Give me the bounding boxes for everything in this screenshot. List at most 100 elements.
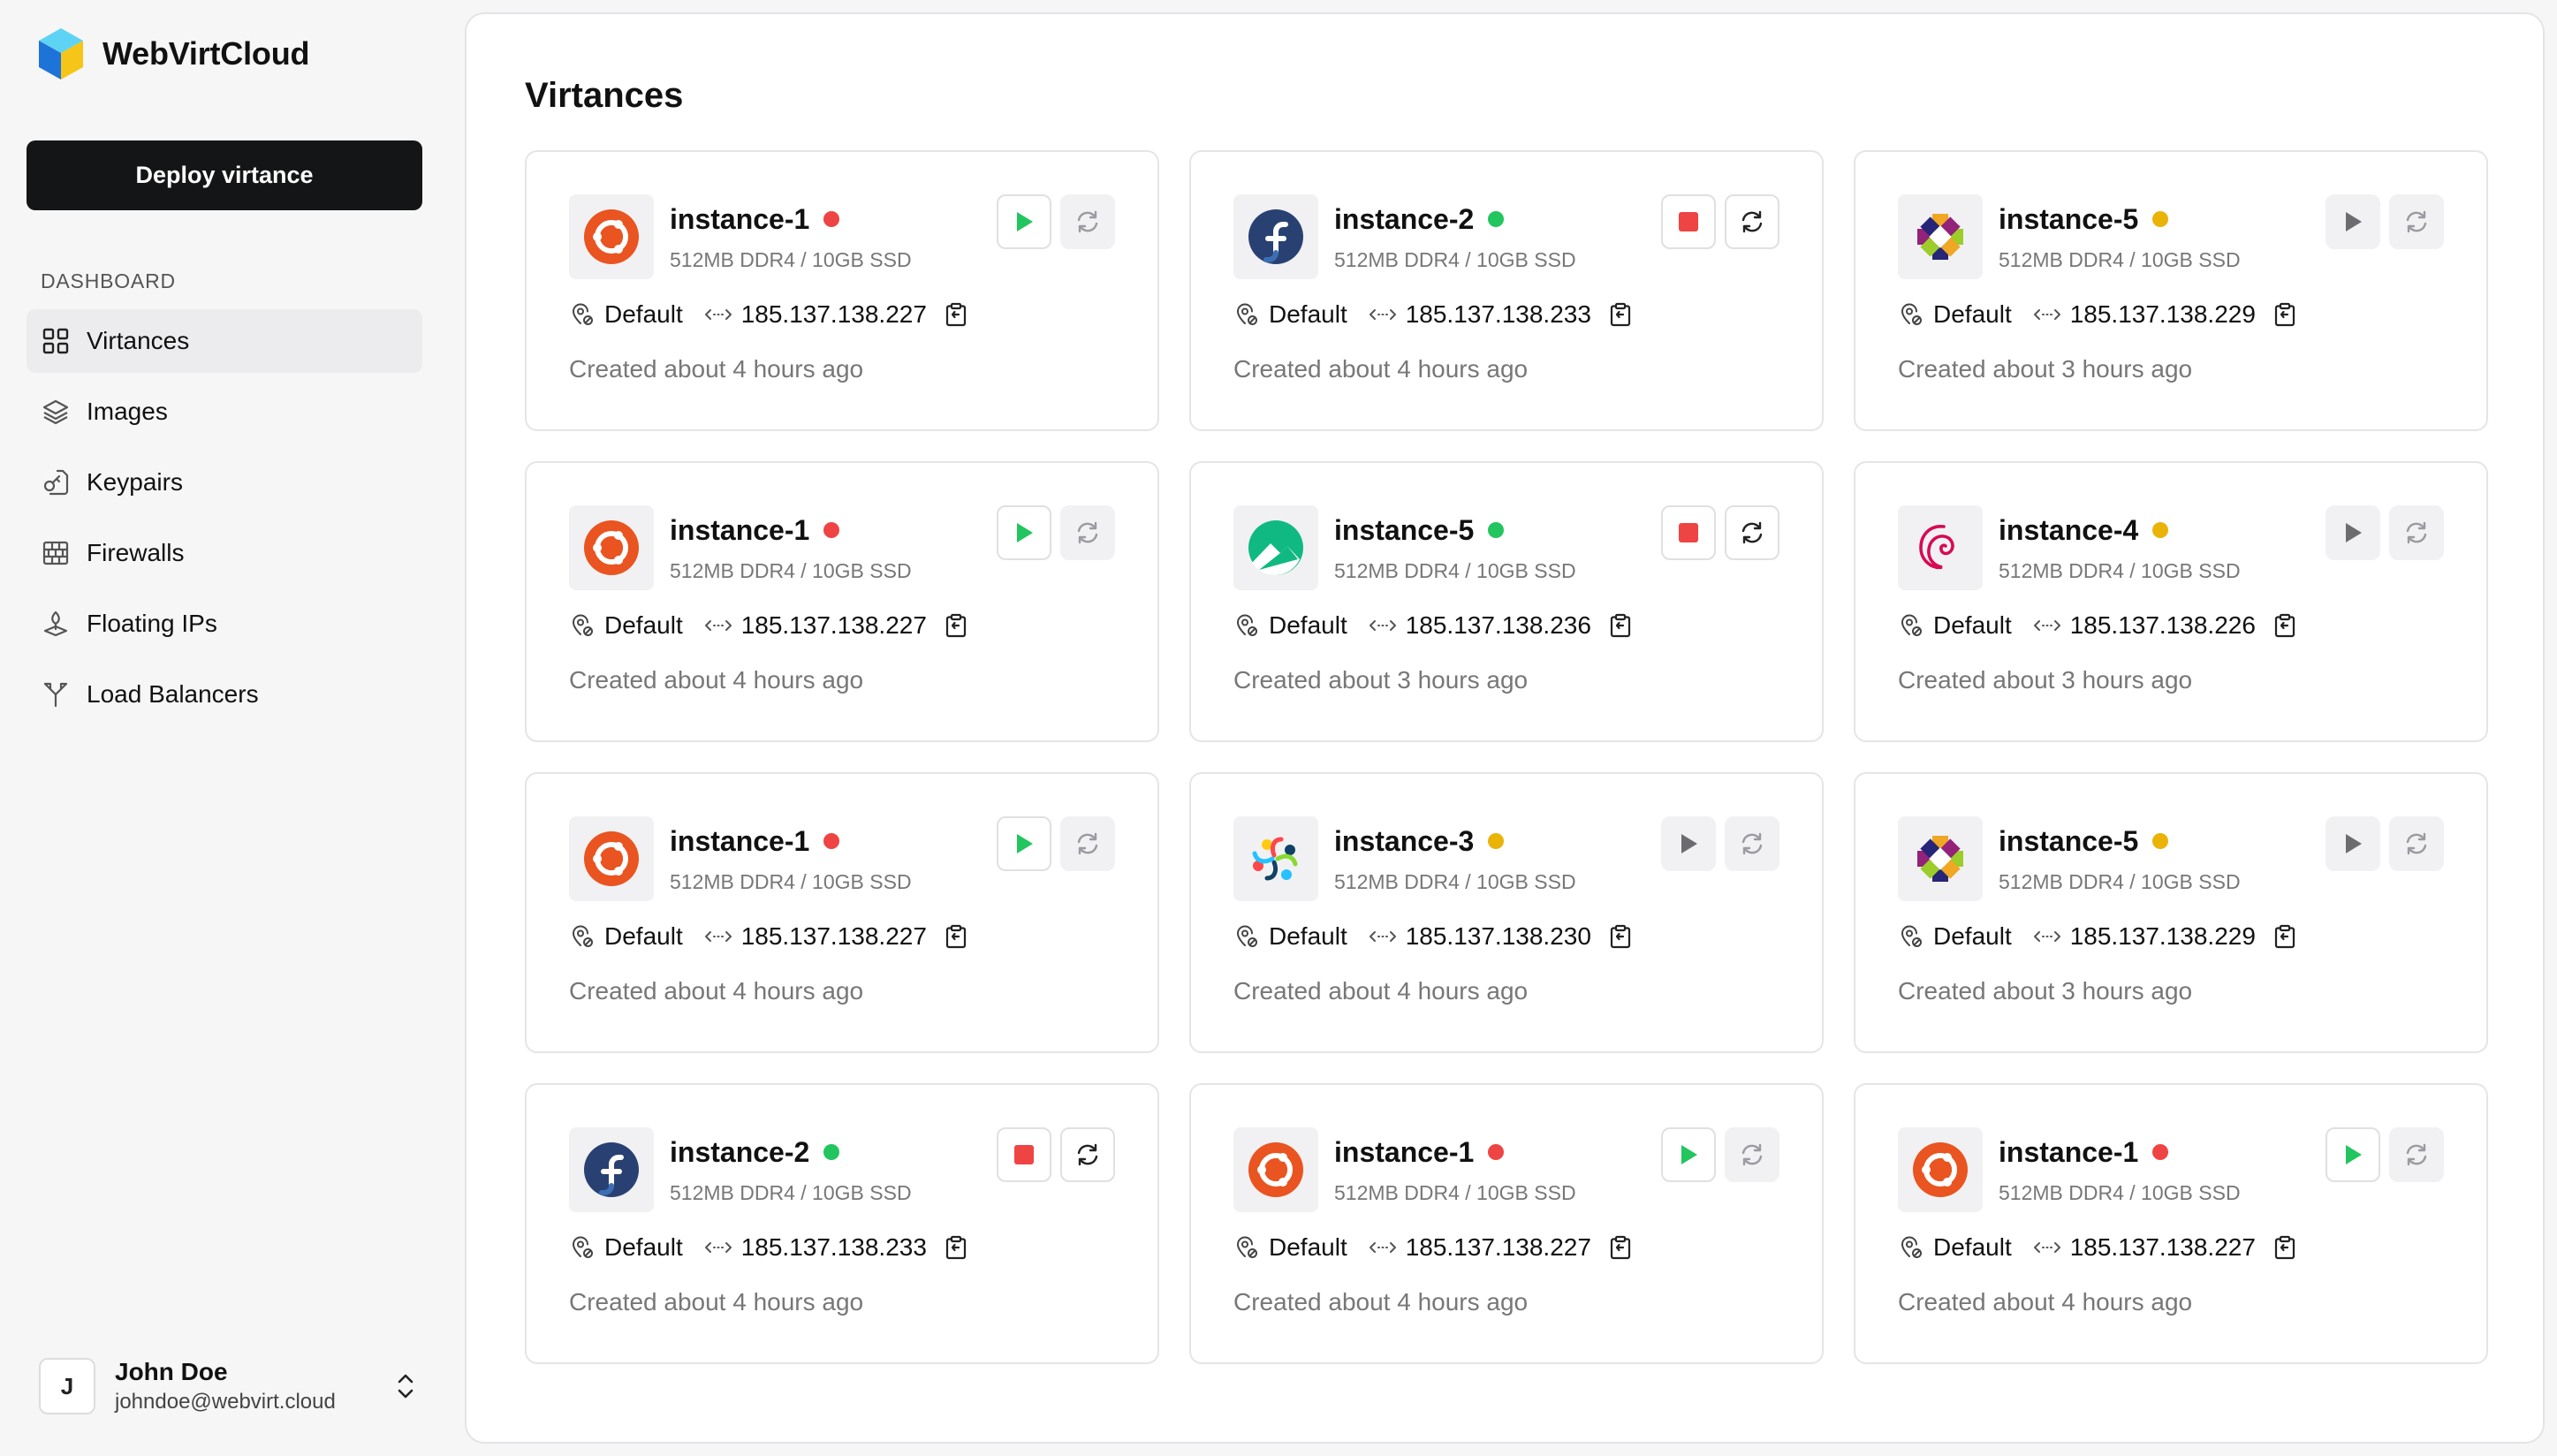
virtance-card[interactable]: instance-1 512MB DDR4 / 10GB SSD Default… xyxy=(525,150,1159,431)
start-button[interactable] xyxy=(997,194,1051,249)
instance-name[interactable]: instance-5 xyxy=(1999,203,2138,235)
virtance-card[interactable]: instance-1 512MB DDR4 / 10GB SSD Default… xyxy=(1854,1083,2488,1364)
copy-clipboard-icon[interactable] xyxy=(1609,1235,1632,1260)
instance-name[interactable]: instance-1 xyxy=(670,825,809,857)
sidebar-item-load-balancers[interactable]: Load Balancers xyxy=(27,663,422,726)
start-button[interactable] xyxy=(2326,816,2380,871)
restart-button[interactable] xyxy=(2389,194,2444,249)
instance-name-row[interactable]: instance-5 xyxy=(1999,203,2169,236)
copy-clipboard-icon[interactable] xyxy=(945,1235,967,1260)
status-dot xyxy=(2152,521,2169,538)
instance-name[interactable]: instance-5 xyxy=(1334,514,1474,546)
instance-name-row[interactable]: instance-1 xyxy=(670,203,840,236)
start-button[interactable] xyxy=(997,505,1051,560)
ip-address: 185.137.138.229 xyxy=(2069,922,2256,950)
sidebar-item-keypairs[interactable]: Keypairs xyxy=(27,451,422,514)
brand[interactable]: WebVirtCloud xyxy=(37,27,309,81)
instance-name[interactable]: instance-1 xyxy=(670,514,809,546)
instance-name[interactable]: instance-3 xyxy=(1334,825,1474,857)
start-button[interactable] xyxy=(2326,505,2380,560)
card-actions xyxy=(2326,1127,2444,1182)
instance-name[interactable]: instance-1 xyxy=(670,203,809,235)
key-icon xyxy=(41,467,71,497)
copy-clipboard-icon[interactable] xyxy=(1609,924,1632,949)
restart-button[interactable] xyxy=(2389,505,2444,560)
instance-name[interactable]: instance-5 xyxy=(1999,825,2138,857)
instance-name[interactable]: instance-4 xyxy=(1999,514,2138,546)
card-actions xyxy=(2326,194,2444,249)
deploy-virtance-button[interactable]: Deploy virtance xyxy=(27,140,422,210)
start-button[interactable] xyxy=(1661,816,1716,871)
instance-name-row[interactable]: instance-2 xyxy=(1334,203,1505,236)
start-button[interactable] xyxy=(1661,1127,1716,1182)
copy-clipboard-icon[interactable] xyxy=(2273,924,2296,949)
virtance-card[interactable]: instance-4 512MB DDR4 / 10GB SSD Default… xyxy=(1854,461,2488,742)
copy-clipboard-icon[interactable] xyxy=(2273,302,2296,327)
restart-button[interactable] xyxy=(1725,505,1779,560)
centos-logo-icon xyxy=(1898,194,1983,279)
instance-name[interactable]: instance-2 xyxy=(670,1136,809,1168)
instance-name-row[interactable]: instance-2 xyxy=(670,1136,840,1169)
instance-name[interactable]: instance-1 xyxy=(1999,1136,2138,1168)
sidebar-item-images[interactable]: Images xyxy=(27,380,422,444)
restart-button[interactable] xyxy=(2389,1127,2444,1182)
region-label: Default xyxy=(1269,300,1347,328)
restart-button[interactable] xyxy=(1060,194,1115,249)
copy-clipboard-icon[interactable] xyxy=(945,924,967,949)
instance-meta: Default 185.137.138.226 xyxy=(1898,611,2296,640)
card-actions xyxy=(997,1127,1115,1182)
chevrons-up-down-icon[interactable] xyxy=(392,1369,419,1404)
stop-button[interactable] xyxy=(997,1127,1051,1182)
sidebar-item-firewalls[interactable]: Firewalls xyxy=(27,521,422,585)
region-pin-icon xyxy=(569,301,596,328)
virtance-card[interactable]: instance-1 512MB DDR4 / 10GB SSD Default… xyxy=(1189,1083,1824,1364)
restart-button[interactable] xyxy=(1725,816,1779,871)
virtance-card[interactable]: instance-3 512MB DDR4 / 10GB SSD Default… xyxy=(1189,772,1824,1053)
restart-button[interactable] xyxy=(2389,816,2444,871)
virtance-card[interactable]: instance-5 512MB DDR4 / 10GB SSD Default… xyxy=(1854,772,2488,1053)
restart-button[interactable] xyxy=(1725,1127,1779,1182)
start-button[interactable] xyxy=(2326,194,2380,249)
restart-button[interactable] xyxy=(1060,505,1115,560)
instance-name-row[interactable]: instance-5 xyxy=(1334,514,1505,547)
region-pin-icon xyxy=(1233,301,1260,328)
instance-name[interactable]: instance-2 xyxy=(1334,203,1474,235)
virtance-card[interactable]: instance-1 512MB DDR4 / 10GB SSD Default… xyxy=(525,772,1159,1053)
start-button[interactable] xyxy=(2326,1127,2380,1182)
stop-button[interactable] xyxy=(1661,194,1716,249)
created-time: Created about 4 hours ago xyxy=(1233,1288,1529,1316)
copy-clipboard-icon[interactable] xyxy=(945,302,967,327)
copy-clipboard-icon[interactable] xyxy=(1609,302,1632,327)
restart-button[interactable] xyxy=(1060,816,1115,871)
instance-name-row[interactable]: instance-4 xyxy=(1999,514,2169,547)
instance-name-row[interactable]: instance-3 xyxy=(1334,825,1505,858)
copy-clipboard-icon[interactable] xyxy=(945,613,967,638)
instance-name-row[interactable]: instance-1 xyxy=(670,514,840,547)
copy-clipboard-icon[interactable] xyxy=(2273,1235,2296,1260)
instance-name-row[interactable]: instance-1 xyxy=(1999,1136,2169,1169)
instance-name-row[interactable]: instance-5 xyxy=(1999,825,2169,858)
virtance-card[interactable]: instance-5 512MB DDR4 / 10GB SSD Default… xyxy=(1189,461,1824,742)
region-label: Default xyxy=(1933,922,2012,950)
virtance-card[interactable]: instance-1 512MB DDR4 / 10GB SSD Default… xyxy=(525,461,1159,742)
instance-name[interactable]: instance-1 xyxy=(1334,1136,1474,1168)
copy-clipboard-icon[interactable] xyxy=(2273,613,2296,638)
restart-button[interactable] xyxy=(1060,1127,1115,1182)
nav-section-label: DASHBOARD xyxy=(41,269,176,292)
copy-clipboard-icon[interactable] xyxy=(1609,613,1632,638)
user-menu[interactable]: J John Doe johndoe@webvirt.cloud xyxy=(39,1358,419,1414)
virtance-card[interactable]: instance-5 512MB DDR4 / 10GB SSD Default… xyxy=(1854,150,2488,431)
virtance-card[interactable]: instance-2 512MB DDR4 / 10GB SSD Default… xyxy=(525,1083,1159,1364)
start-button[interactable] xyxy=(997,816,1051,871)
region-label: Default xyxy=(1269,1233,1347,1261)
virtance-card[interactable]: instance-2 512MB DDR4 / 10GB SSD Default… xyxy=(1189,150,1824,431)
instance-spec: 512MB DDR4 / 10GB SSD xyxy=(1999,1181,2241,1204)
sidebar-item-floating-ips[interactable]: Floating IPs xyxy=(27,592,422,656)
instance-name-row[interactable]: instance-1 xyxy=(1334,1136,1505,1169)
restart-button[interactable] xyxy=(1725,194,1779,249)
stop-button[interactable] xyxy=(1661,505,1716,560)
instance-name-row[interactable]: instance-1 xyxy=(670,825,840,858)
network-arrows-icon xyxy=(704,1239,732,1256)
sidebar-item-virtances[interactable]: Virtances xyxy=(27,309,422,373)
region-label: Default xyxy=(1269,611,1347,639)
